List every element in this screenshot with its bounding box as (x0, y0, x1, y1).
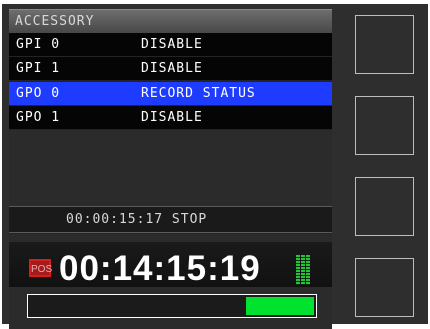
soft-key-panel (332, 4, 428, 324)
status-timecode-text: 00:00:15:17 STOP (66, 212, 208, 227)
row-value: DISABLE (141, 37, 203, 52)
soft-key-2[interactable] (355, 96, 414, 155)
soft-key-1[interactable] (355, 15, 414, 74)
progress-fill (246, 297, 314, 315)
accessory-row-gpo-0[interactable]: GPO 0 RECORD STATUS (9, 82, 332, 105)
accessory-row-gpo-1[interactable]: GPO 1 DISABLE (9, 106, 332, 129)
level-meter-bar (301, 255, 305, 285)
progress-bar (27, 294, 317, 318)
soft-key-4[interactable] (355, 258, 414, 317)
accessory-row-gpi-1[interactable]: GPI 1 DISABLE (9, 57, 332, 80)
device-screen: ACCESSORY GPI 0 DISABLE GPI 1 DISABLE GP… (2, 4, 428, 329)
accessory-header: ACCESSORY (9, 9, 332, 33)
row-name: GPO 0 (16, 86, 61, 101)
timecode-strip: POS 00:14:15:19 (9, 242, 332, 288)
row-name: GPI 1 (16, 61, 61, 76)
accessory-row-gpi-0[interactable]: GPI 0 DISABLE (9, 33, 332, 56)
row-name: GPI 0 (16, 37, 61, 52)
level-meter-icon (296, 255, 314, 285)
row-value: RECORD STATUS (141, 86, 256, 101)
row-name: GPO 1 (16, 110, 61, 125)
soft-key-3[interactable] (355, 177, 414, 236)
main-timecode: 00:14:15:19 (59, 249, 261, 288)
row-value: DISABLE (141, 110, 203, 125)
level-meter-bar (296, 255, 300, 285)
position-badge-icon: POS (29, 259, 52, 277)
row-value: DISABLE (141, 61, 203, 76)
level-meter-bar (306, 255, 310, 285)
transport-area: POS 00:14:15:19 (9, 234, 332, 329)
status-timecode-line: 00:00:15:17 STOP (9, 206, 332, 233)
accessory-title: ACCESSORY (15, 14, 95, 29)
list-empty-area (9, 130, 332, 206)
accessory-panel: ACCESSORY GPI 0 DISABLE GPI 1 DISABLE GP… (9, 9, 332, 329)
